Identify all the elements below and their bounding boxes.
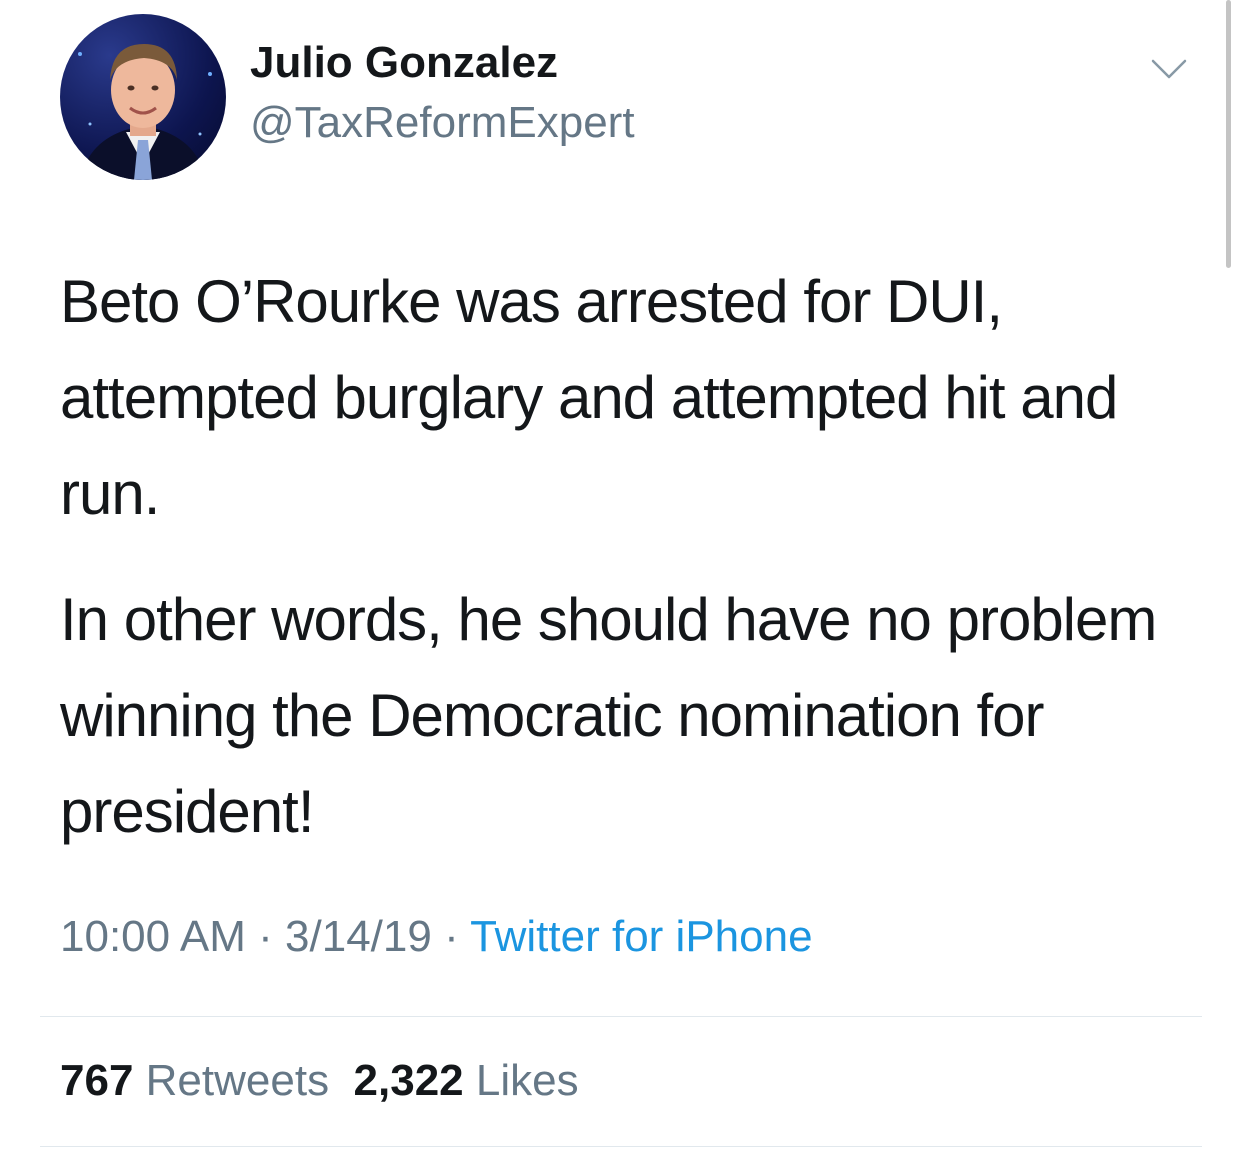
- divider: [40, 1016, 1202, 1017]
- author-name[interactable]: Julio Gonzalez: [250, 38, 558, 88]
- tweet-date[interactable]: 3/14/19: [285, 912, 432, 961]
- avatar[interactable]: [60, 14, 226, 180]
- divider: [40, 1146, 1202, 1147]
- likes-label: Likes: [475, 1056, 579, 1105]
- tweet-stats: 767 Retweets 2,322 Likes: [60, 1056, 579, 1106]
- scrollbar[interactable]: [1226, 0, 1231, 268]
- tweet-time: 10:00 AM: [60, 912, 246, 961]
- chevron-down-icon[interactable]: [1150, 56, 1188, 82]
- tweet-paragraph: In other words, he should have no proble…: [60, 586, 1157, 845]
- meta-separator: ·: [258, 912, 273, 961]
- likes-count: 2,322: [353, 1056, 464, 1105]
- tweet-meta: 10:00 AM · 3/14/19 · Twitter for iPhone: [60, 912, 813, 962]
- meta-separator: ·: [444, 912, 459, 961]
- likes-stat[interactable]: 2,322 Likes: [354, 1056, 579, 1105]
- retweets-label: Retweets: [145, 1056, 330, 1105]
- retweets-count: 767: [60, 1056, 134, 1105]
- author-handle[interactable]: @TaxReformExpert: [250, 98, 635, 148]
- tweet-source-link[interactable]: Twitter for iPhone: [470, 912, 812, 961]
- avatar-image: [78, 44, 212, 180]
- retweets-stat[interactable]: 767 Retweets: [60, 1056, 329, 1105]
- tweet-text: Beto O’Rourke was arrested for DUI, atte…: [60, 254, 1170, 860]
- tweet-paragraph: Beto O’Rourke was arrested for DUI, atte…: [60, 268, 1118, 527]
